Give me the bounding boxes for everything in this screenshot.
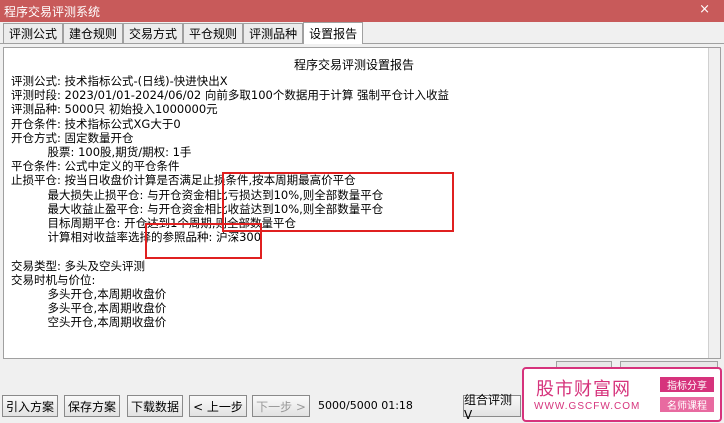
watermark-tag: 指标分享 [660,377,714,392]
window-titlebar: 程序交易评测系统 × [0,0,724,22]
next-step-button[interactable]: 下一步 > [252,395,310,417]
report-line: 开仓条件: 技术指标公式XG大于0 [11,116,181,131]
prev-step-button[interactable]: < 上一步 [189,395,247,417]
report-line: 最大损失止损平仓: 与开仓资金相比亏损达到10%,则全部数量平仓 [11,187,384,202]
tab-symbols[interactable]: 评测品种 [243,23,304,43]
tab-open-rules[interactable]: 建仓规则 [63,23,124,43]
watermark-logo: 股市财富网 WWW.GSCFW.COM 指标分享 名师课程 [522,367,722,422]
report-line: 评测时段: 2023/01/01-2024/06/02 向前多取100个数据用于… [11,88,450,103]
window-title: 程序交易评测系统 [4,4,101,19]
report-line: 空头开仓,本周期收盘价 [11,315,167,330]
progress-status: 5000/5000 01:18 [318,399,413,412]
watermark-url: WWW.GSCFW.COM [534,401,641,412]
report-panel: 程序交易评测设置报告 评测公式: 技术指标公式-(日线)-快进快出X 评测时段: … [3,47,721,359]
vertical-scrollbar[interactable] [708,48,720,358]
report-title: 程序交易评测设置报告 [293,58,414,72]
report-line: 评测品种: 5000只 初始投入1000000元 [11,102,218,117]
report-line: 股票: 100股,期货/期权: 1手 [11,145,192,159]
report-line: 开仓方式: 固定数量开仓 [11,130,134,145]
report-line: 交易类型: 多头及空头评测 [11,258,146,273]
watermark-tag: 名师课程 [660,397,714,412]
report-line: 止损平仓: 按当日收盘价计算是否满足止损条件,按本周期最高价平仓 [11,173,356,188]
tab-report[interactable]: 设置报告 [303,22,364,44]
report-line: 多头平仓,本周期收盘价 [11,301,167,316]
import-scheme-button[interactable]: 引入方案 [2,395,58,417]
tab-trade-mode[interactable]: 交易方式 [123,23,184,43]
save-scheme-button[interactable]: 保存方案 [64,395,120,417]
report-line: 多头开仓,本周期收盘价 [11,287,167,301]
watermark-title: 股市财富网 [536,379,631,400]
download-data-button[interactable]: 下载数据 [127,395,183,417]
report-line: 最大收益止盈平仓: 与开仓资金相比收益达到10%,则全部数量平仓 [11,201,384,216]
report-line: 目标周期平仓: 开仓达到1个周期,则全部数量平仓 [11,216,297,230]
report-line: 平仓条件: 公式中定义的平仓条件 [11,159,180,174]
report-line: 计算相对收益率选择的参照品种: 沪深300 [11,230,262,245]
tab-close-rules[interactable]: 平仓规则 [183,23,244,43]
report-line: 评测公式: 技术指标公式-(日线)-快进快出X [11,74,228,88]
close-icon[interactable]: × [699,2,710,17]
tab-formula[interactable]: 评测公式 [3,23,64,43]
tab-bar: 评测公式 建仓规则 交易方式 平仓规则 评测品种 设置报告 [0,22,724,44]
combo-test-button[interactable]: 组合评测V [463,393,521,422]
report-line: 交易时机与价位: [11,272,96,287]
